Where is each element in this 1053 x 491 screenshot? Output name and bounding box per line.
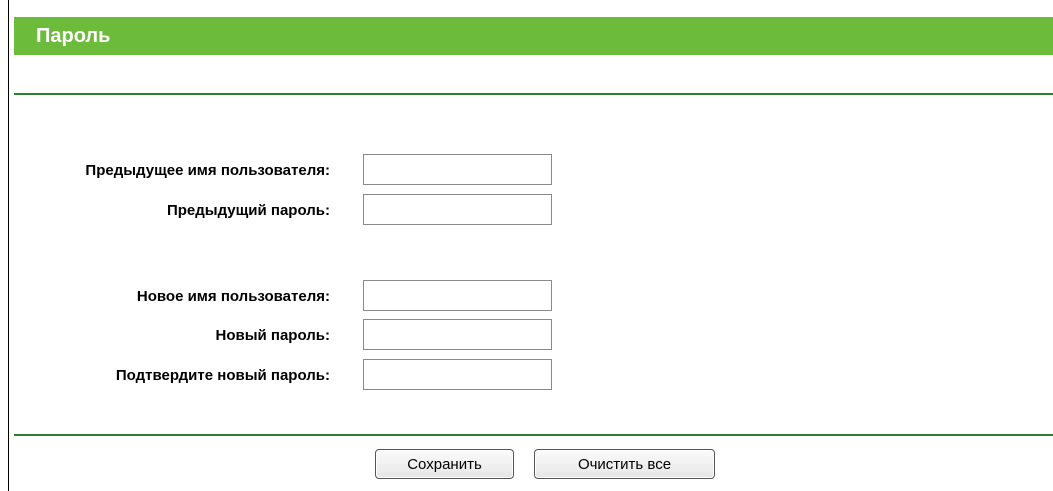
clear-all-button[interactable]: Очистить все <box>534 449 715 479</box>
password-settings-page: Пароль Предыдущее имя пользователя: Пред… <box>0 0 1053 491</box>
top-divider <box>14 93 1053 95</box>
page-title: Пароль <box>36 25 111 47</box>
new-username-input[interactable] <box>363 280 552 311</box>
old-password-label: Предыдущий пароль: <box>166 202 330 219</box>
old-username-input[interactable] <box>363 154 552 185</box>
new-username-label: Новое имя пользователя: <box>136 288 330 305</box>
new-password-input[interactable] <box>363 319 552 350</box>
section-header: Пароль <box>14 17 1053 55</box>
frame-left-border <box>8 0 9 491</box>
save-button[interactable]: Сохранить <box>375 449 514 479</box>
old-username-label: Предыдущее имя пользователя: <box>85 162 330 179</box>
new-password-label: Новый пароль: <box>215 327 330 344</box>
bottom-divider <box>14 434 1053 436</box>
old-password-input[interactable] <box>363 194 552 225</box>
confirm-password-label: Подтвердите новый пароль: <box>115 367 330 384</box>
confirm-password-input[interactable] <box>363 359 552 390</box>
